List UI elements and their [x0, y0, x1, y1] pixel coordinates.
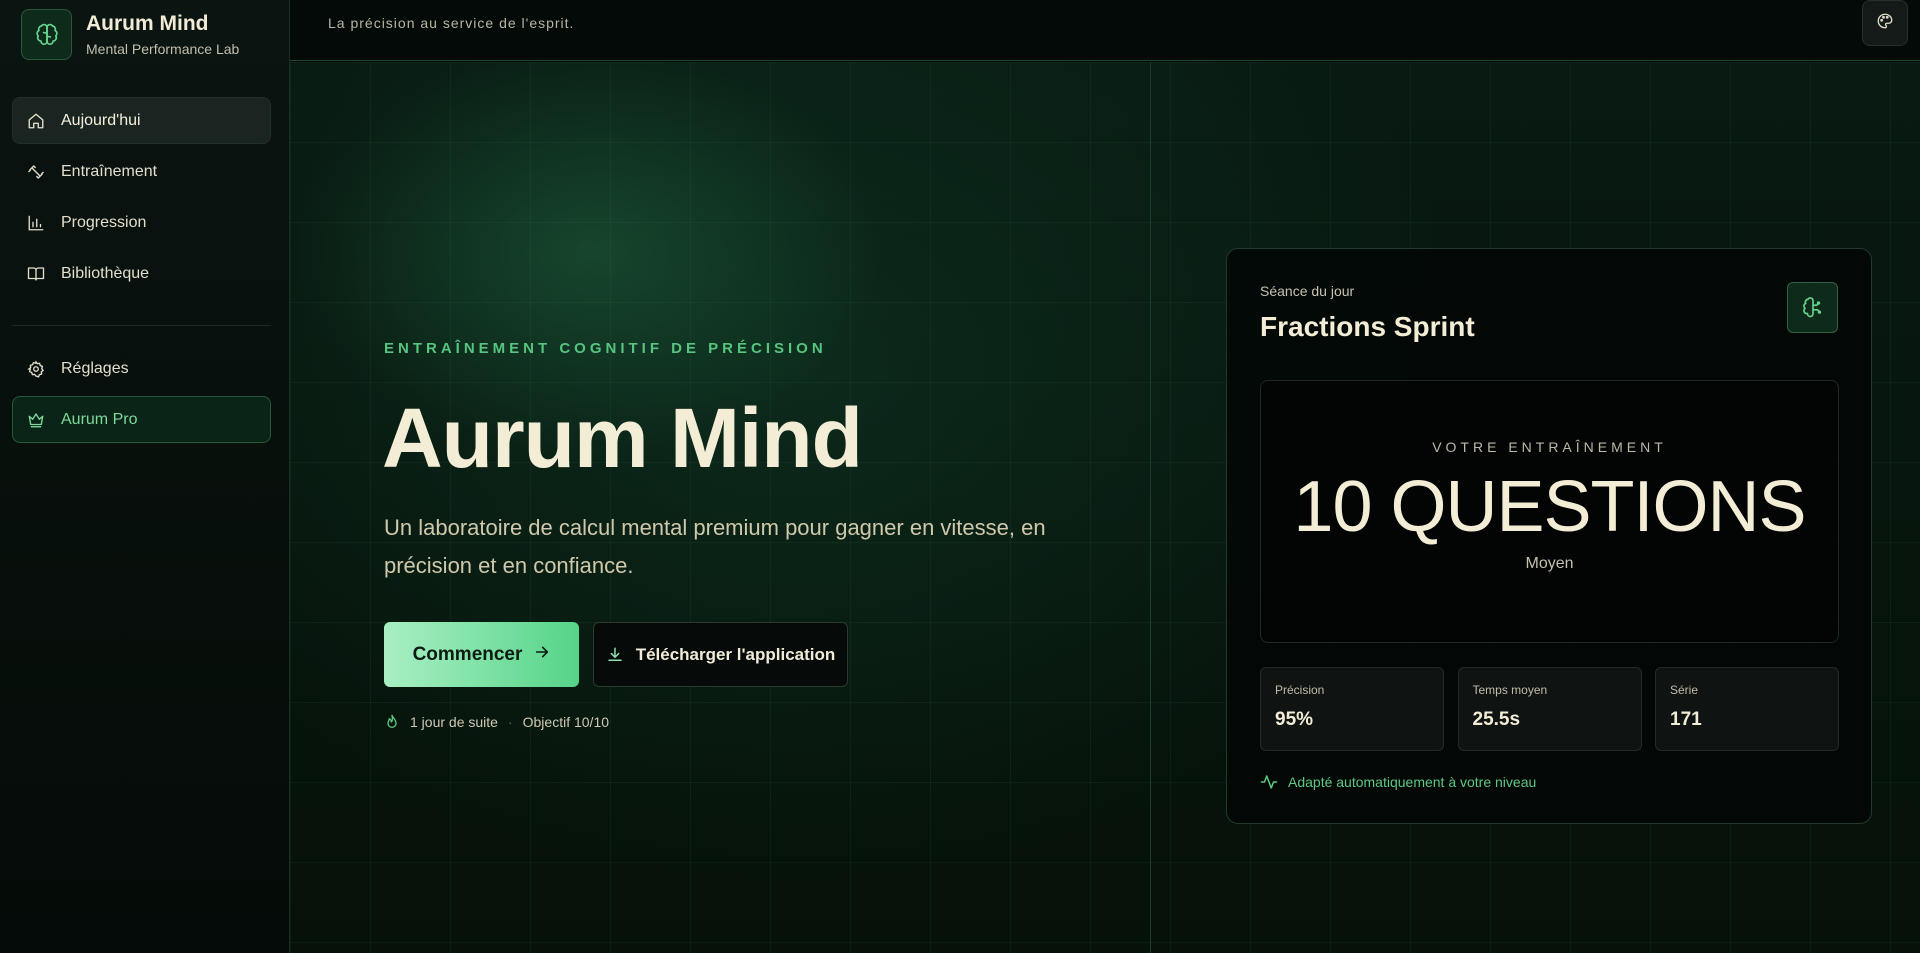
session-stats: Précision 95% Temps moyen 25.5s Série 17…: [1260, 667, 1839, 751]
stat-average-time: Temps moyen 25.5s: [1457, 667, 1642, 751]
sidebar-item-training[interactable]: Entraînement: [12, 148, 271, 195]
stat-label: Précision: [1275, 683, 1325, 697]
hero-eyebrow: ENTRAÎNEMENT COGNITIF DE PRÉCISION: [384, 340, 827, 357]
stat-label: Temps moyen: [1472, 683, 1548, 697]
gear-icon: [27, 359, 45, 378]
sidebar-divider: [12, 325, 271, 326]
sidebar-item-label: Entraînement: [61, 162, 158, 180]
sidebar-item-label: Aujourd'hui: [61, 111, 141, 129]
start-button[interactable]: Commencer: [384, 622, 579, 687]
book-icon: [27, 265, 45, 283]
streak-text: 1 jour de suite: [410, 714, 498, 730]
download-icon: [606, 646, 624, 664]
hero-title: Aurum Mind: [382, 391, 863, 485]
question-count: 10 QUESTIONS: [1293, 467, 1806, 547]
adaptive-note-text: Adapté automatiquement à votre niveau: [1288, 774, 1537, 790]
sidebar-item-label: Bibliothèque: [61, 264, 150, 282]
bar-chart-icon: [27, 214, 45, 232]
session-title: Fractions Sprint: [1260, 311, 1475, 342]
meta-separator: ·: [507, 714, 513, 730]
stat-value: 171: [1670, 709, 1702, 730]
brain-circuit-icon: [1787, 282, 1838, 333]
sidebar-item-today[interactable]: Aujourd'hui: [12, 97, 271, 144]
panel-kicker: VOTRE ENTRAÎNEMENT: [1432, 439, 1667, 455]
start-button-label: Commencer: [412, 643, 523, 665]
sidebar-item-library[interactable]: Bibliothèque: [12, 250, 271, 297]
objective-text: Objectif 10/10: [522, 714, 610, 730]
download-app-button[interactable]: Télécharger l'application: [593, 622, 848, 687]
top-bar: La précision au service de l'esprit.: [290, 0, 1920, 61]
tagline: La précision au service de l'esprit.: [328, 15, 575, 31]
brain-icon: [21, 9, 72, 60]
sidebar-secondary-nav: Réglages Aurum Pro: [12, 345, 271, 447]
hero-description: Un laboratoire de calcul mental premium …: [384, 515, 1046, 578]
theme-palette-button[interactable]: [1862, 0, 1908, 46]
palette-icon: [1876, 12, 1894, 35]
stat-precision: Précision 95%: [1260, 667, 1444, 751]
training-panel: VOTRE ENTRAÎNEMENT 10 QUESTIONS Moyen: [1260, 380, 1839, 643]
sidebar-item-label: Réglages: [61, 359, 129, 377]
sidebar: Aurum Mind Mental Performance Lab Aujour…: [0, 0, 290, 953]
stat-value: 95%: [1275, 709, 1314, 730]
dumbbell-icon: [27, 163, 45, 181]
home-icon: [27, 112, 45, 130]
session-kicker: Séance du jour: [1260, 283, 1355, 299]
main-content: ENTRAÎNEMENT COGNITIF DE PRÉCISION Aurum…: [290, 62, 1920, 953]
sidebar-item-settings[interactable]: Réglages: [12, 345, 271, 392]
difficulty-level: Moyen: [1525, 555, 1574, 572]
stat-label: Série: [1670, 683, 1699, 697]
crown-icon: [27, 411, 45, 429]
sidebar-item-label: Progression: [61, 213, 147, 231]
flame-icon: [384, 714, 400, 730]
hero-meta: 1 jour de suite · Objectif 10/10: [384, 714, 609, 730]
column-divider: [1150, 62, 1151, 953]
daily-session-card[interactable]: Séance du jour Fractions Sprint VOTRE EN…: [1226, 248, 1872, 824]
arrow-right-icon: [534, 644, 550, 666]
stat-value: 25.5s: [1472, 709, 1521, 730]
brand-subtitle: Mental Performance Lab: [86, 40, 240, 57]
sidebar-item-aurum-pro[interactable]: Aurum Pro: [12, 396, 271, 443]
sidebar-item-label: Aurum Pro: [61, 410, 138, 428]
activity-icon: [1260, 773, 1278, 791]
adaptive-note: Adapté automatiquement à votre niveau: [1260, 773, 1536, 791]
sidebar-item-progression[interactable]: Progression: [12, 199, 271, 246]
brand-name: Aurum Mind: [86, 11, 209, 35]
brand[interactable]: Aurum Mind Mental Performance Lab: [21, 9, 239, 60]
stat-series: Série 171: [1655, 667, 1839, 751]
sidebar-nav: Aujourd'hui Entraînement Progression Bib…: [12, 97, 271, 301]
download-app-label: Télécharger l'application: [635, 644, 836, 664]
